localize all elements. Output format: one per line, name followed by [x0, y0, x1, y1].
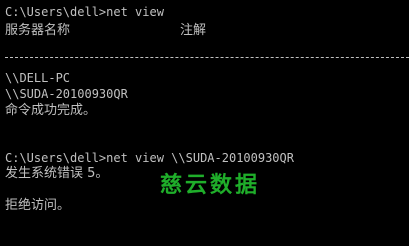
success-message: 命令成功完成。	[5, 103, 97, 118]
separator-line	[5, 57, 409, 58]
watermark-logo: 慈云数据	[160, 173, 261, 198]
column-header-remark: 注解	[180, 23, 207, 38]
server-entry-dell-pc: \\DELL-PC	[5, 71, 71, 85]
server-entry-suda: \\SUDA-20100930QR	[5, 87, 128, 101]
column-header-server-name: 服务器名称	[5, 23, 71, 38]
command-line-net-view-suda: C:\Users\dell>net view \\SUDA-20100930QR	[5, 151, 294, 165]
command-prompt-window[interactable]: C:\Users\dell>net view 服务器名称 注解 \\DELL-P…	[0, 0, 409, 246]
access-denied-message: 拒绝访问。	[5, 198, 71, 213]
error-message: 发生系统错误 5。	[5, 166, 109, 181]
command-line-net-view: C:\Users\dell>net view	[5, 5, 164, 19]
